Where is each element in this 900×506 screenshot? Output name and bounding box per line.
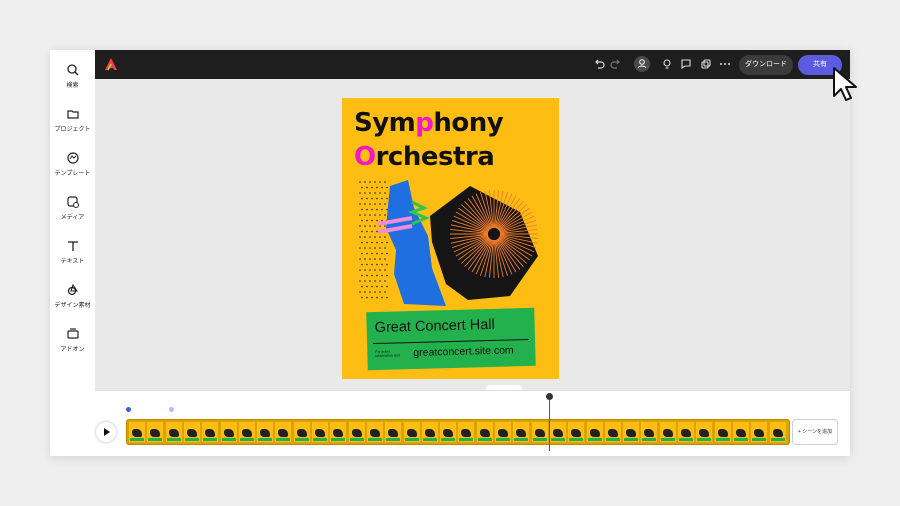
scene-thumbnail[interactable]: [531, 422, 548, 442]
lightbulb-icon[interactable]: [660, 57, 674, 71]
scene-thumbnail[interactable]: [696, 422, 713, 442]
scene-thumbnail[interactable]: [330, 422, 347, 442]
venue-url: greatconcert.site.com: [413, 344, 514, 359]
canvas-area: Symphony Orchestra Great Concert Hall Fo…: [95, 79, 850, 390]
scene-thumbnail[interactable]: [312, 422, 328, 442]
scene-thumbnail[interactable]: [769, 422, 786, 442]
scene-thumbnail[interactable]: [129, 422, 145, 442]
scene-strip[interactable]: [126, 419, 790, 445]
scene-thumbnail[interactable]: [659, 422, 676, 442]
poster-artwork: [359, 180, 538, 306]
timeline-marker[interactable]: [169, 407, 174, 412]
app-window: 検索 プロジェクト テンプレート メディア テキスト デザイン素材 アドオン ダ…: [50, 50, 850, 456]
scene-thumbnail[interactable]: [495, 422, 511, 442]
scene-thumbnail[interactable]: [275, 422, 292, 442]
sidebar-item-label: デザイン素材: [54, 303, 91, 309]
sidebar-item-label: メディア: [60, 215, 85, 221]
scene-thumbnail[interactable]: [220, 422, 237, 442]
scene-thumbnail[interactable]: [678, 422, 694, 442]
mouse-cursor-icon: [833, 67, 857, 101]
undo-icon[interactable]: [592, 57, 606, 71]
scene-thumbnail[interactable]: [476, 422, 493, 442]
scene-thumbnail[interactable]: [348, 422, 365, 442]
scene-thumbnail[interactable]: [549, 422, 566, 442]
text-icon: [67, 241, 78, 251]
app-logo-icon[interactable]: [104, 57, 118, 71]
scene-thumbnail[interactable]: [732, 422, 749, 442]
duplicate-icon[interactable]: [699, 57, 713, 71]
download-button[interactable]: ダウンロード: [739, 55, 793, 75]
sidebar-item-search[interactable]: 検索: [50, 62, 95, 89]
sidebar-item-design-assets[interactable]: デザイン素材: [50, 282, 95, 309]
scene-thumbnail[interactable]: [604, 422, 621, 442]
comment-icon[interactable]: [679, 57, 693, 71]
poster[interactable]: Symphony Orchestra Great Concert Hall Fo…: [342, 98, 559, 379]
sidebar-item-label: 検索: [66, 83, 79, 89]
sidebar-item-media[interactable]: メディア: [50, 194, 95, 221]
play-icon: [104, 428, 110, 436]
folder-icon: [66, 110, 79, 119]
poster-title-line1: Symphony: [354, 108, 504, 138]
playhead[interactable]: [549, 395, 550, 451]
scene-thumbnail[interactable]: [366, 422, 383, 442]
scene-thumbnail[interactable]: [458, 422, 475, 442]
timeline-marker[interactable]: [126, 407, 131, 412]
more-icon[interactable]: [718, 57, 732, 71]
addon-icon: [66, 328, 79, 339]
scene-thumbnail[interactable]: [513, 422, 530, 442]
scene-thumbnail[interactable]: [641, 422, 658, 442]
scene-thumbnail[interactable]: [586, 422, 603, 442]
play-button[interactable]: [96, 422, 116, 442]
sidebar-item-label: プロジェクト: [54, 127, 91, 133]
design-assets-icon: [67, 283, 78, 296]
scene-thumbnail[interactable]: [293, 422, 310, 442]
scene-thumbnail[interactable]: [421, 422, 438, 442]
add-scene-button[interactable]: + シーンを追加: [792, 419, 838, 445]
scene-thumbnail[interactable]: [751, 422, 768, 442]
timeline: + シーンを追加: [95, 390, 850, 456]
divider: [373, 338, 530, 345]
sidebar: 検索 プロジェクト テンプレート メディア テキスト デザイン素材 アドオン: [50, 50, 95, 456]
scene-thumbnail[interactable]: [403, 422, 420, 442]
user-avatar-button[interactable]: [634, 56, 650, 72]
scene-thumbnail[interactable]: [202, 422, 219, 442]
redo-icon[interactable]: [609, 57, 623, 71]
scene-thumbnail[interactable]: [183, 422, 200, 442]
scene-thumbnail[interactable]: [165, 422, 182, 442]
poster-title-line2: Orchestra: [354, 142, 495, 172]
top-bar: ダウンロード 共有: [95, 50, 850, 79]
sidebar-item-addons[interactable]: アドオン: [50, 326, 95, 353]
scene-thumbnail[interactable]: [147, 422, 164, 442]
scene-thumbnail[interactable]: [440, 422, 457, 442]
venue-box: Great Concert Hall For ticket informatio…: [366, 307, 536, 371]
template-icon: [66, 152, 79, 164]
sidebar-item-text[interactable]: テキスト: [50, 238, 95, 265]
scene-thumbnail[interactable]: [385, 422, 402, 442]
scene-thumbnail[interactable]: [714, 422, 731, 442]
scene-thumbnail[interactable]: [623, 422, 640, 442]
venue-name: Great Concert Hall: [374, 316, 495, 336]
scene-thumbnail[interactable]: [238, 422, 255, 442]
scene-thumbnail[interactable]: [257, 422, 274, 442]
sidebar-item-label: アドオン: [60, 347, 85, 353]
media-icon: [66, 196, 79, 208]
user-icon: [637, 59, 647, 69]
sidebar-item-templates[interactable]: テンプレート: [50, 150, 95, 177]
ticket-info-text: For ticket information visit: [375, 349, 400, 358]
search-icon: [66, 64, 78, 76]
sidebar-item-label: テンプレート: [54, 171, 91, 177]
scene-thumbnail[interactable]: [568, 422, 585, 442]
playhead-handle[interactable]: [546, 393, 553, 400]
sidebar-item-projects[interactable]: プロジェクト: [50, 106, 95, 133]
sidebar-item-label: テキスト: [60, 259, 85, 265]
